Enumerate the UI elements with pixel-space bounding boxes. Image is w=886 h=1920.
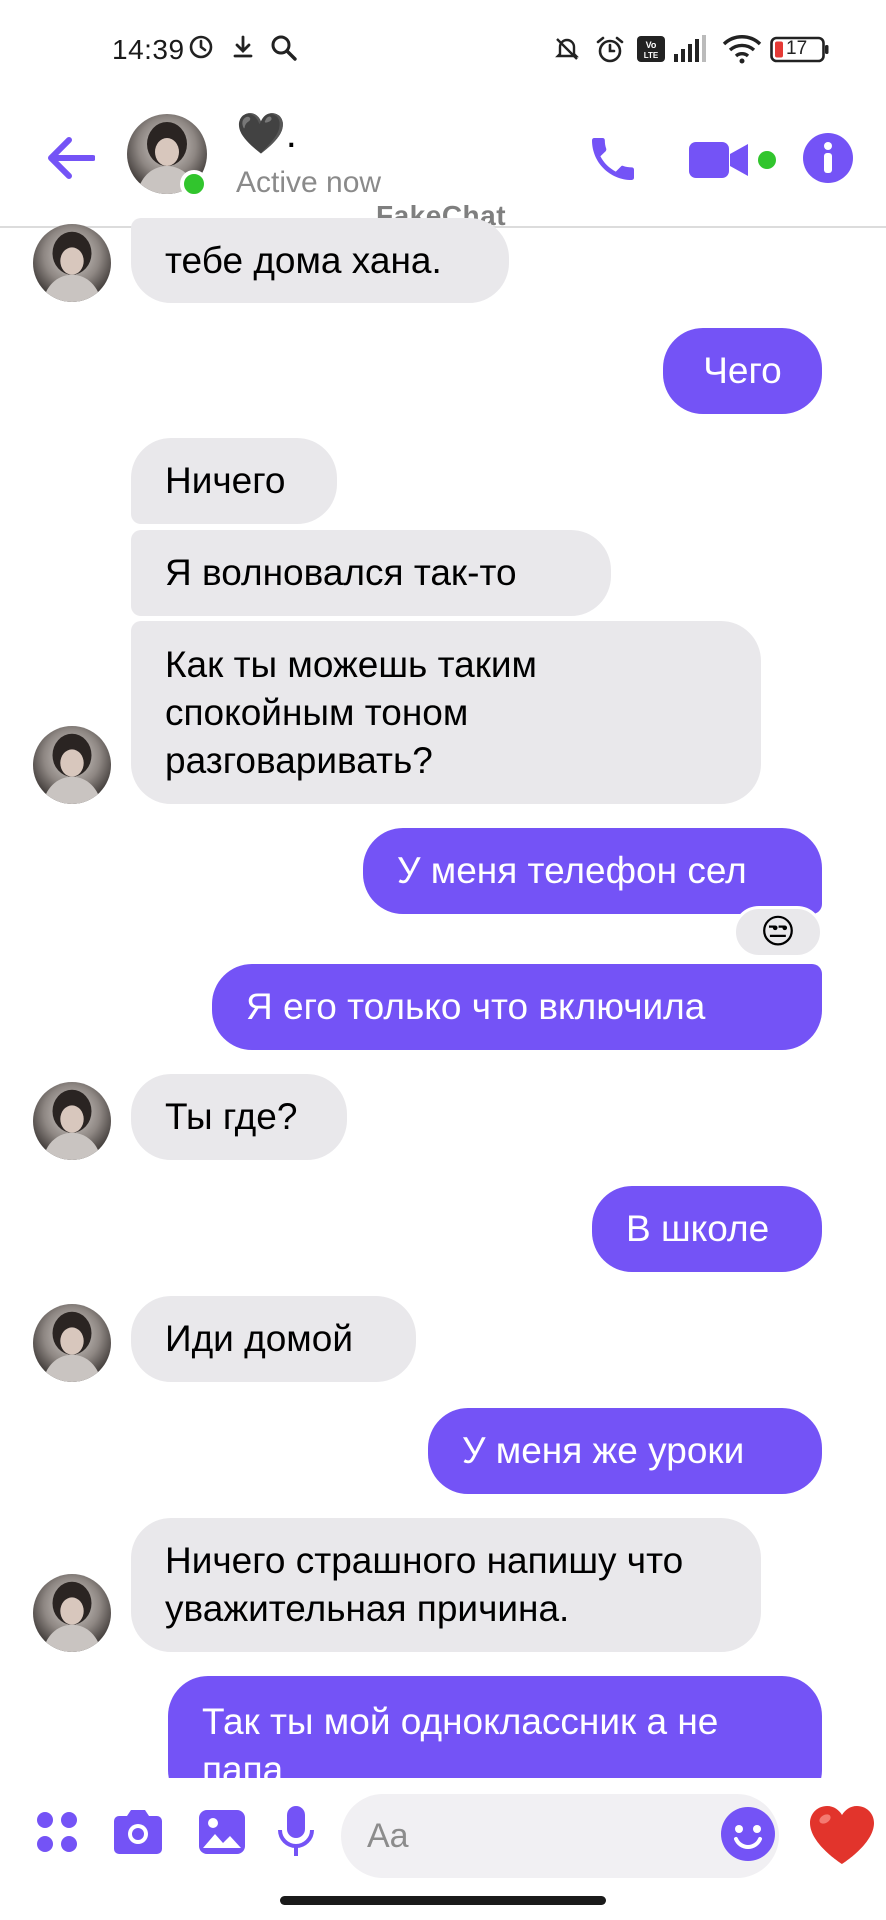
voice-message-button[interactable] [264,1800,328,1864]
outgoing-message[interactable]: У меня телефон сел [363,828,822,914]
outgoing-message[interactable]: В школе [592,1186,822,1272]
home-indicator[interactable] [280,1896,606,1905]
svg-text:Vo: Vo [646,40,657,50]
outgoing-message[interactable]: Я его только что включила [212,964,822,1050]
sender-avatar [33,726,111,804]
video-camera-icon [689,142,776,178]
volte-icon: Vo LTE [636,34,666,69]
gallery-icon [199,1810,245,1854]
status-time: 14:39 [112,34,185,65]
camera-icon [114,1810,162,1854]
incoming-message[interactable]: Ты где? [131,1074,347,1160]
message-reaction[interactable]: 😒 [733,906,823,958]
like-button[interactable] [806,1800,878,1872]
sender-avatar [33,1304,111,1382]
mute-bell-icon [552,34,582,69]
online-indicator [180,170,208,198]
incoming-message[interactable]: тебе дома хана. [131,218,509,303]
contact-name[interactable]: 🖤. [236,110,297,157]
alarm-clock-icon [188,34,214,65]
contact-status: Active now [236,166,382,199]
back-arrow-icon [48,137,95,179]
sender-avatar [33,224,111,302]
download-icon [230,34,256,65]
incoming-message[interactable]: Иди домой [131,1296,416,1382]
svg-text:LTE: LTE [644,51,659,60]
emoji-icon [721,1807,775,1861]
sender-avatar [33,1082,111,1160]
outgoing-message[interactable]: Так ты мой одноклассник а не папа [168,1676,822,1778]
apps-button[interactable] [25,1800,89,1864]
battery-level: 17 [786,38,808,59]
search-icon [270,34,298,67]
video-call-button[interactable] [686,130,778,190]
incoming-message[interactable]: Ничего страшного напишу что уважительная… [131,1518,761,1652]
wifi-icon [722,34,762,69]
alarm-icon [594,34,626,71]
heart-icon [810,1806,874,1864]
message-input[interactable] [341,1794,779,1878]
camera-button[interactable] [106,1800,170,1864]
info-icon [803,133,853,183]
status-bar: 14:39 Vo LTE 17 [0,0,886,100]
back-button[interactable] [40,128,100,188]
gallery-button[interactable] [190,1800,254,1864]
info-button[interactable] [798,128,858,188]
phone-icon [592,138,634,180]
incoming-message[interactable]: Как ты можешь таким спокойным тоном разг… [131,621,761,804]
sender-avatar [33,1574,111,1652]
outgoing-message[interactable]: Чего [663,328,822,414]
chat-header: 🖤. Active now FakeChat [0,100,886,231]
outgoing-message[interactable]: У меня же уроки [428,1408,822,1494]
microphone-icon [278,1806,314,1856]
reaction-emoji: 😒 [760,913,796,951]
incoming-message[interactable]: Я волновался так-то [131,530,611,616]
voice-call-button[interactable] [578,124,648,194]
signal-icon [672,34,708,69]
apps-icon [37,1812,77,1852]
message-clip: Так ты мой одноклассник а не папа [0,1676,886,1778]
message-composer [0,1778,886,1898]
incoming-message[interactable]: Ничего [131,438,337,524]
emoji-button[interactable] [718,1804,778,1864]
